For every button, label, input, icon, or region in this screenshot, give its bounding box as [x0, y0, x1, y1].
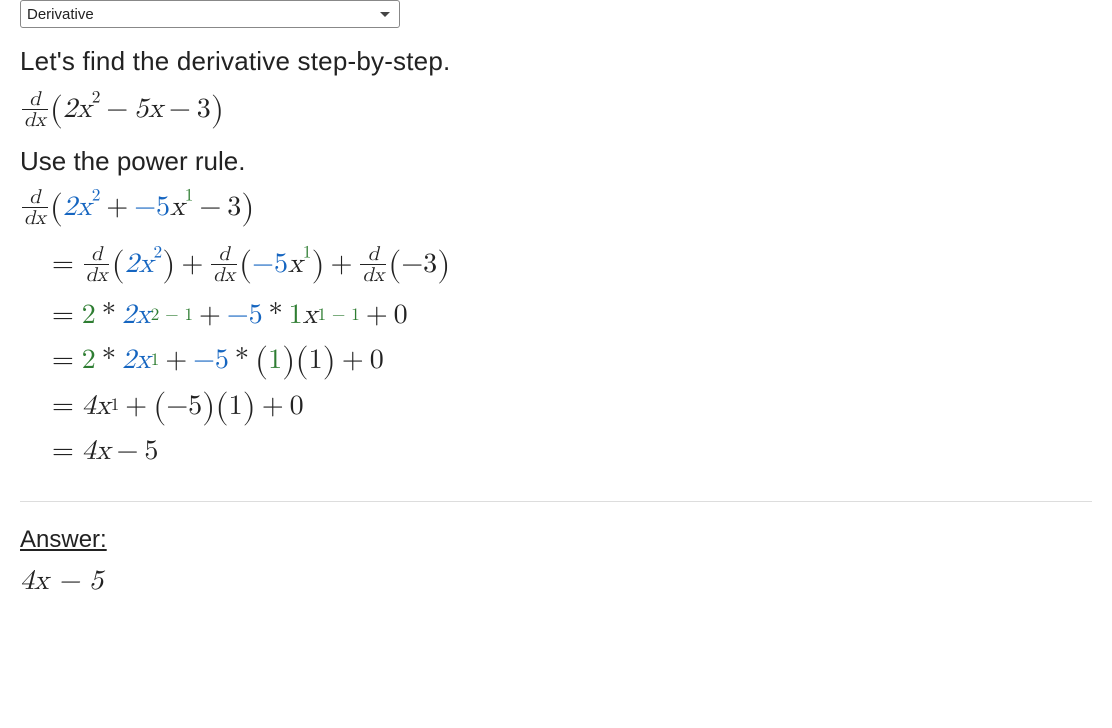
operation-select[interactable]: Derivative [20, 0, 400, 28]
ddx-fraction: d dx [22, 89, 48, 130]
math-line-7: = 4x − 5 [20, 431, 1092, 472]
power-rule-text: Use the power rule. [20, 146, 1092, 177]
math-line-4: = 2 * 2x2 − 1 + −5 * 1x1 − 1 + 0 [20, 295, 1092, 336]
intro-text: Let's find the derivative step-by-step. [20, 46, 1092, 77]
operation-select-wrap: Derivative [20, 0, 400, 28]
divider [20, 501, 1092, 502]
math-line-5: = 2 * 2x1 + −5 * (1) (1) + 0 [20, 340, 1092, 381]
math-line-6: = 4x1 + (−5) (1) + 0 [20, 386, 1092, 427]
math-line-3: = ddx ( 2x2 ) + ddx ( −5x1 ) + ddx ( −3 … [20, 238, 1092, 291]
math-line-2: ddx ( 2x2 + −5x1 − 3 ) [20, 181, 1092, 234]
math-line-1: d dx ( 2x2 − 5x − 3 ) [20, 83, 1092, 136]
answer-label: Answer: [20, 526, 1092, 554]
answer-value: 4x − 5 [20, 564, 1092, 598]
